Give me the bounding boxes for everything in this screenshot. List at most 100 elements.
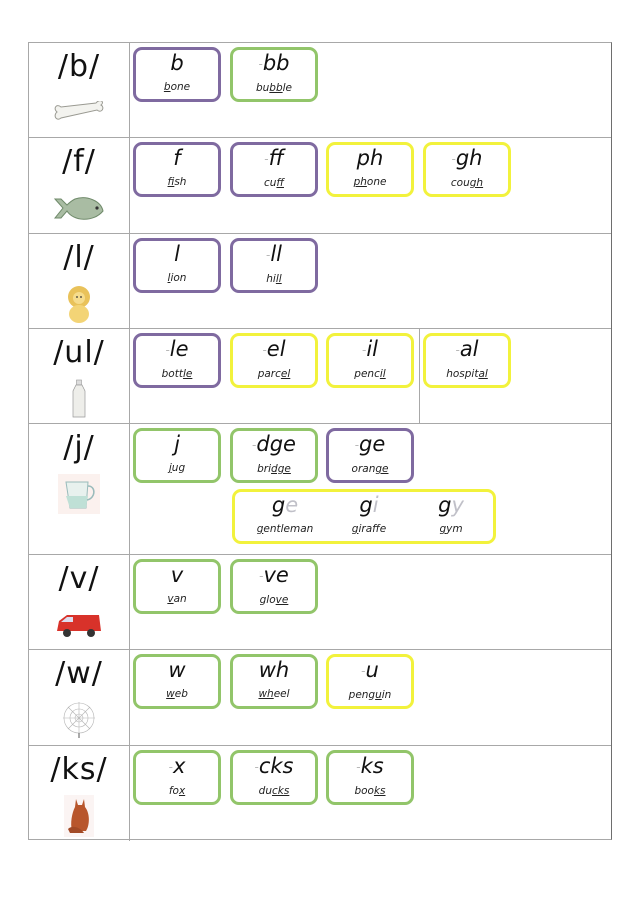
grapheme-g: g bbox=[438, 493, 452, 517]
word-grapheme: gh bbox=[469, 177, 484, 189]
bone-icon bbox=[51, 93, 107, 133]
bottle-icon bbox=[51, 379, 107, 419]
word-suffix: eel bbox=[273, 688, 290, 700]
example-word: giraffe bbox=[329, 523, 409, 535]
word-grapheme: il bbox=[379, 368, 386, 380]
example-word: phone bbox=[329, 176, 411, 188]
phonics-row: /ks/-x fox -cks ducks -ks books bbox=[29, 746, 611, 841]
phonics-row: /l/l lion -ll hill bbox=[29, 234, 611, 329]
grapheme-card: b bone bbox=[133, 47, 221, 102]
grapheme: -il bbox=[329, 337, 411, 362]
word-grapheme: w bbox=[166, 688, 175, 700]
word-prefix: bu bbox=[255, 82, 270, 94]
grapheme-card: -ll hill bbox=[230, 238, 318, 293]
sound-label: /ul/ bbox=[53, 335, 105, 370]
word-grapheme: bb bbox=[269, 82, 283, 94]
grapheme-cards: -x fox -cks ducks -ks books bbox=[130, 746, 611, 841]
word-grapheme: ph bbox=[353, 176, 367, 188]
grapheme: w bbox=[136, 658, 218, 682]
word-prefix: bott bbox=[161, 368, 183, 380]
grapheme-text: gh bbox=[455, 146, 483, 170]
grapheme-card: l lion bbox=[133, 238, 221, 293]
grapheme-cards: j jug -dge bridge -ge orange ge gentleman gi gira… bbox=[130, 424, 611, 554]
grapheme-card: -dge bridge bbox=[230, 428, 318, 483]
sound-label: /v/ bbox=[58, 561, 100, 596]
grapheme-text: ll bbox=[270, 242, 282, 266]
grapheme-text: ge bbox=[359, 432, 386, 456]
phonics-row: /ul/ -le bottle -el parcel -il pencil -al hospit… bbox=[29, 329, 611, 424]
word-grapheme: dge bbox=[271, 463, 291, 475]
example-word: cough bbox=[426, 177, 508, 189]
word-grapheme: wh bbox=[258, 688, 274, 700]
grapheme: -le bbox=[136, 337, 218, 362]
example-word: gentleman bbox=[245, 523, 325, 535]
word-prefix: fo bbox=[168, 785, 179, 797]
grapheme: gy bbox=[411, 493, 491, 517]
grapheme-card: wh wheel bbox=[230, 654, 318, 709]
word-suffix: one bbox=[170, 81, 191, 93]
grapheme: -al bbox=[426, 337, 508, 362]
grapheme-text: j bbox=[174, 432, 180, 456]
example-word: bottle bbox=[136, 368, 218, 380]
example-word: hill bbox=[233, 273, 315, 285]
grapheme-vowel: i bbox=[372, 493, 379, 517]
sound-label: /j/ bbox=[63, 430, 95, 465]
grapheme-g: g bbox=[359, 493, 373, 517]
grapheme: -ll bbox=[233, 242, 315, 267]
word-grapheme: al bbox=[478, 368, 488, 380]
example-word: bubble bbox=[233, 82, 315, 94]
phonics-chart-table: /b/b bone -bb bubble/f/f fish -ff cuff ph phone -… bbox=[28, 42, 612, 841]
grapheme-card: -ve glove bbox=[230, 559, 318, 614]
grapheme: -u bbox=[329, 658, 411, 683]
word-suffix: ym bbox=[446, 523, 463, 535]
grapheme-g: g bbox=[271, 493, 286, 517]
soft-g-item: gy g ym bbox=[411, 492, 491, 535]
example-word: wheel bbox=[233, 688, 315, 700]
grapheme-text: bb bbox=[262, 51, 290, 75]
grapheme: -gh bbox=[426, 146, 508, 171]
phonics-row: /f/f fish -ff cuff ph phone -gh cough bbox=[29, 138, 611, 234]
sound-label: /l/ bbox=[63, 240, 95, 275]
grapheme-text: dge bbox=[256, 432, 296, 456]
sound-label: /w/ bbox=[55, 656, 103, 691]
soft-g-card: ge gentleman gi giraffe gy gym bbox=[232, 489, 496, 544]
grapheme-card: ph phone bbox=[326, 142, 414, 197]
word-suffix: eb bbox=[174, 688, 188, 700]
word-prefix: hospit bbox=[446, 368, 479, 380]
word-grapheme: ff bbox=[276, 177, 284, 189]
word-suffix: iraffe bbox=[358, 523, 387, 535]
grapheme: ge bbox=[245, 493, 325, 517]
grapheme-card: -cks ducks bbox=[230, 750, 318, 805]
grapheme-card: -el parcel bbox=[230, 333, 318, 388]
grapheme-cards: f fish -ff cuff ph phone -gh cough bbox=[130, 138, 611, 233]
example-word: penguin bbox=[329, 689, 411, 701]
grapheme: v bbox=[136, 563, 218, 587]
grapheme-text: u bbox=[365, 658, 379, 682]
grapheme: wh bbox=[233, 658, 315, 682]
grapheme-vowel: y bbox=[451, 493, 464, 517]
grapheme-cards: -le bottle -el parcel -il pencil -al hospital bbox=[130, 329, 611, 423]
word-grapheme: le bbox=[182, 368, 193, 380]
word-grapheme: u bbox=[375, 689, 382, 701]
grapheme: gi bbox=[329, 493, 409, 517]
grapheme: -ve bbox=[233, 563, 315, 588]
grapheme-card: -il pencil bbox=[326, 333, 414, 388]
jug-icon bbox=[51, 474, 107, 514]
sound-cell: /b/ bbox=[29, 43, 130, 137]
phonics-row: /w/w web wh wheel -u penguin bbox=[29, 650, 611, 746]
example-word: hospital bbox=[426, 368, 508, 380]
grapheme-text: ve bbox=[263, 563, 289, 587]
grapheme-card: -ff cuff bbox=[230, 142, 318, 197]
grapheme: -dge bbox=[233, 432, 315, 457]
example-word: bone bbox=[136, 81, 218, 93]
sound-cell: /ul/ bbox=[29, 329, 130, 423]
phonics-row: /b/b bone -bb bubble bbox=[29, 43, 611, 138]
grapheme-text: al bbox=[459, 337, 479, 361]
grapheme: -bb bbox=[233, 51, 315, 76]
word-grapheme: x bbox=[178, 785, 186, 797]
grapheme-card: f fish bbox=[133, 142, 221, 197]
word-suffix: in bbox=[381, 689, 392, 701]
grapheme: ph bbox=[329, 146, 411, 170]
word-suffix: an bbox=[173, 593, 187, 605]
grapheme-text: el bbox=[266, 337, 286, 361]
